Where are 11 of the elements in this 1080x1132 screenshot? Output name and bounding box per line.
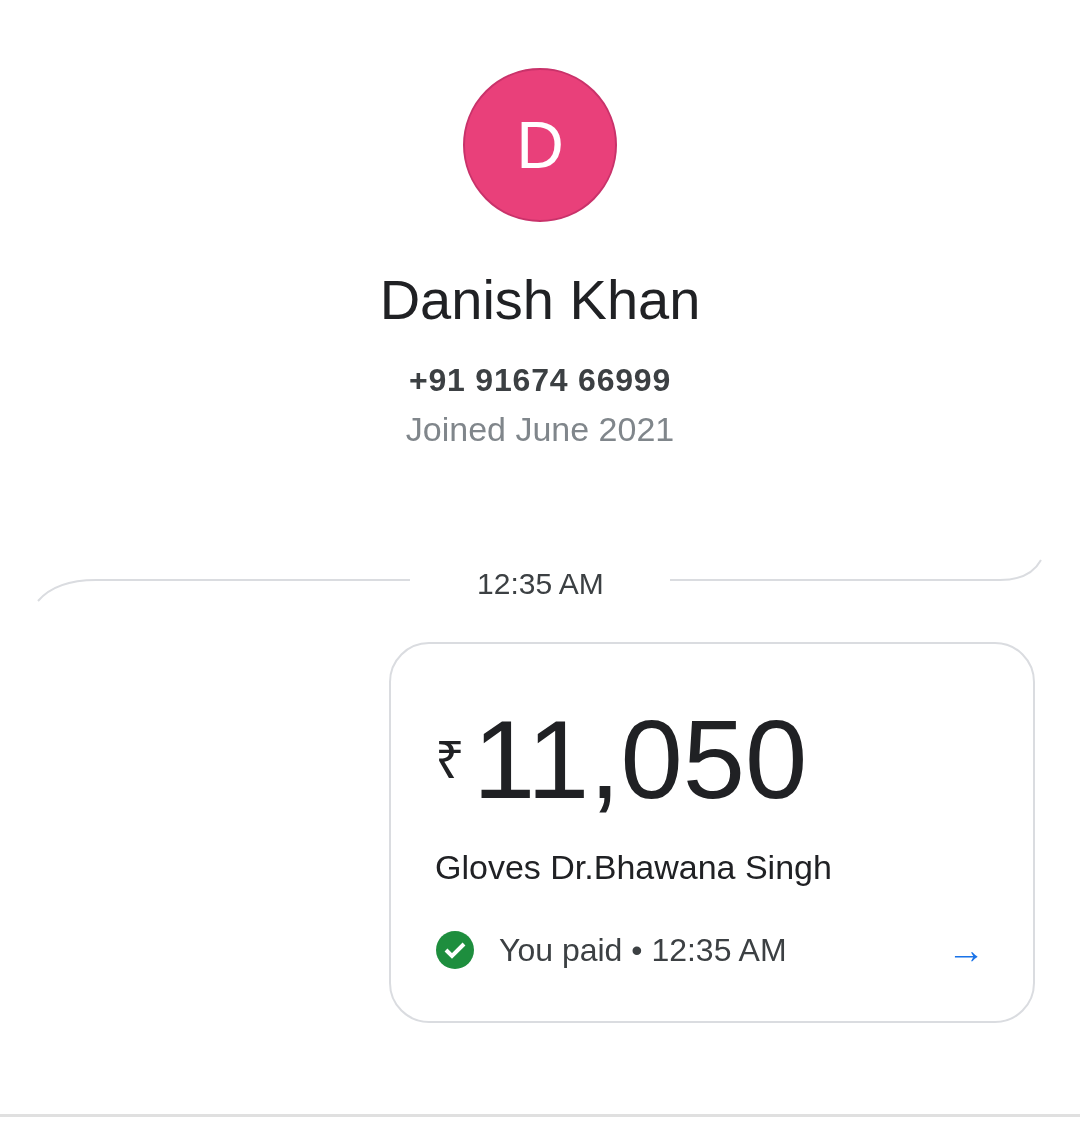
avatar: D [463,68,617,222]
phone-number: +91 91674 66999 [409,364,671,396]
payment-amount: 11,050 [473,704,808,816]
contact-name: Danish Khan [379,272,701,328]
currency-symbol: ₹ [435,734,465,786]
open-arrow[interactable]: → [947,931,985,969]
payment-status: You paid • 12:35 AM [499,934,787,966]
timestamp: 12:35 AM [476,565,605,602]
payment-card[interactable]: ₹11,050 Gloves Dr.Bhawana Singh You paid • 12:35 AM → [389,642,1035,1023]
joined-date: Joined June 2021 [405,412,675,446]
payment-note: Gloves Dr.Bhawana Singh [435,850,833,884]
